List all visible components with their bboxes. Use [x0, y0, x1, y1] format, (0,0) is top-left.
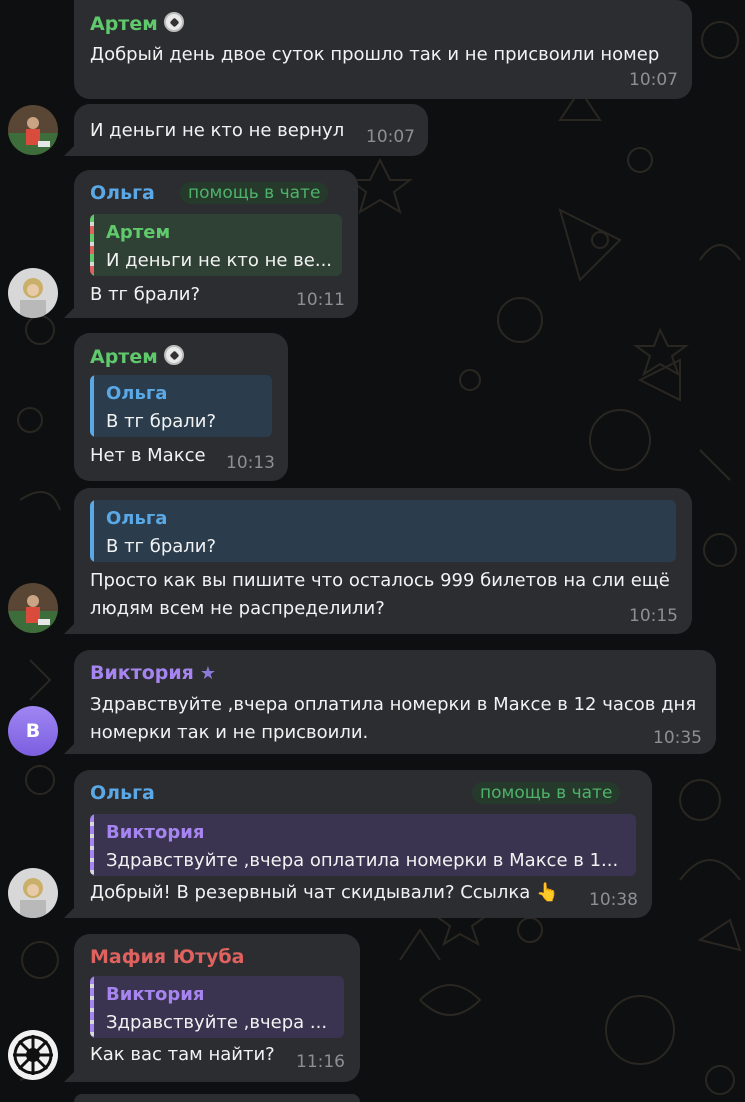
message-bubble[interactable]: Ольга помощь в чате Артем И деньги не кт…: [74, 170, 358, 318]
star-icon: ★: [199, 663, 217, 684]
message-time: 10:07: [366, 127, 415, 147]
bubble-tail: [64, 906, 76, 918]
avatar[interactable]: [8, 868, 58, 918]
message-time: 10:11: [296, 290, 345, 310]
quote-sender: Ольга: [106, 383, 168, 404]
quote-bar: [90, 500, 94, 562]
reply-quote[interactable]: Ольга В тг брали?: [90, 375, 272, 437]
quote-text: В тг брали?: [106, 411, 217, 432]
message-bubble[interactable]: Ольга В тг брали? Просто как вы пишите ч…: [74, 488, 692, 634]
soccer-ball-icon: [163, 345, 184, 365]
bubble-tail: [64, 1070, 76, 1082]
quote-sender: Ольга: [106, 508, 168, 529]
reply-quote[interactable]: Артем И деньги не кто не ве...: [90, 214, 342, 276]
message-time: 10:13: [226, 453, 275, 473]
message-bubble[interactable]: Мафия Ютуба Виктория Здравствуйте ,вчера…: [74, 934, 360, 1082]
message-text-line: Просто как вы пишите что осталось 999 би…: [90, 570, 670, 591]
message-text: В тг брали?: [90, 284, 201, 305]
bubble-tail: [64, 622, 76, 634]
bubble-tail: [64, 306, 76, 318]
bubble-tail: [64, 144, 76, 156]
message-bubble[interactable]: Артем Добрый день двое суток прошло так …: [74, 0, 692, 99]
message-time: 10:38: [589, 890, 638, 910]
bubble-tail: [64, 742, 76, 754]
message-text: Как вас там найти?: [90, 1044, 275, 1065]
sender-name[interactable]: Артем: [90, 345, 184, 368]
sender-name[interactable]: Ольга: [90, 182, 155, 204]
quote-sender: Виктория: [106, 822, 205, 843]
avatar-emblem: [13, 1035, 53, 1075]
message-text: Добрый день двое суток прошло так и не п…: [90, 44, 660, 65]
message-text: Нет в Максе: [90, 445, 206, 466]
avatar[interactable]: В: [8, 706, 58, 756]
quote-text: В тг брали?: [106, 536, 217, 557]
message-bubble[interactable]: Артем Ольга В тг брали? Нет в Максе 10:1…: [74, 333, 288, 481]
quote-sender: Виктория: [106, 984, 205, 1005]
message-text-line: номерки так и не присвоили.: [90, 722, 369, 743]
quote-sender: Артем: [106, 222, 171, 243]
message-bubble[interactable]: Ольга помощь в чате Виктория Здравствуйт…: [74, 770, 652, 918]
quote-bar: [90, 814, 94, 876]
avatar[interactable]: [8, 583, 58, 633]
quote-text: Здравствуйте ,вчера ...: [106, 1012, 328, 1033]
avatar-photo: [8, 105, 58, 155]
message-text: Добрый! В резервный чат скидывали? Ссылк…: [90, 882, 559, 903]
sender-name[interactable]: Мафия Ютуба: [90, 946, 245, 968]
avatar[interactable]: [8, 1030, 58, 1080]
message-text: И деньги не кто не вернул: [90, 120, 345, 141]
quote-bar: [90, 214, 94, 276]
quote-text: И деньги не кто не ве...: [106, 250, 333, 271]
quote-bar: [90, 976, 94, 1038]
quote-bar: [90, 375, 94, 437]
reply-quote[interactable]: Виктория Здравствуйте ,вчера ...: [90, 976, 344, 1038]
message-bubble-partial[interactable]: [74, 1094, 360, 1102]
sender-name[interactable]: Ольга: [90, 782, 155, 804]
admin-badge: помощь в чате: [180, 182, 329, 204]
message-text-line: людям всем не распределили?: [90, 598, 385, 619]
avatar-photo: [8, 268, 58, 318]
sender-name[interactable]: Виктория ★: [90, 662, 216, 684]
message-bubble[interactable]: Виктория ★ Здравствуйте ,вчера оплатила н…: [74, 650, 716, 754]
admin-badge: помощь в чате: [472, 782, 621, 804]
message-time: 10:07: [629, 70, 678, 90]
message-bubble[interactable]: И деньги не кто не вернул 10:07: [74, 104, 428, 156]
avatar-initial: В: [25, 720, 41, 742]
avatar[interactable]: [8, 105, 58, 155]
message-text-line: Здравствуйте ,вчера оплатила номерки в М…: [90, 694, 697, 715]
reply-quote[interactable]: Виктория Здравствуйте ,вчера оплатила но…: [90, 814, 636, 876]
avatar[interactable]: [8, 268, 58, 318]
avatar-photo: [8, 868, 58, 918]
sender-name[interactable]: Артем: [90, 12, 184, 35]
quote-text: Здравствуйте ,вчера оплатила номерки в М…: [106, 850, 619, 871]
message-time: 10:35: [653, 728, 702, 748]
reply-quote[interactable]: Ольга В тг брали?: [90, 500, 676, 562]
message-time: 10:15: [629, 606, 678, 626]
soccer-ball-icon: [163, 12, 184, 32]
avatar-photo: [8, 583, 58, 633]
message-time: 11:16: [296, 1052, 345, 1072]
